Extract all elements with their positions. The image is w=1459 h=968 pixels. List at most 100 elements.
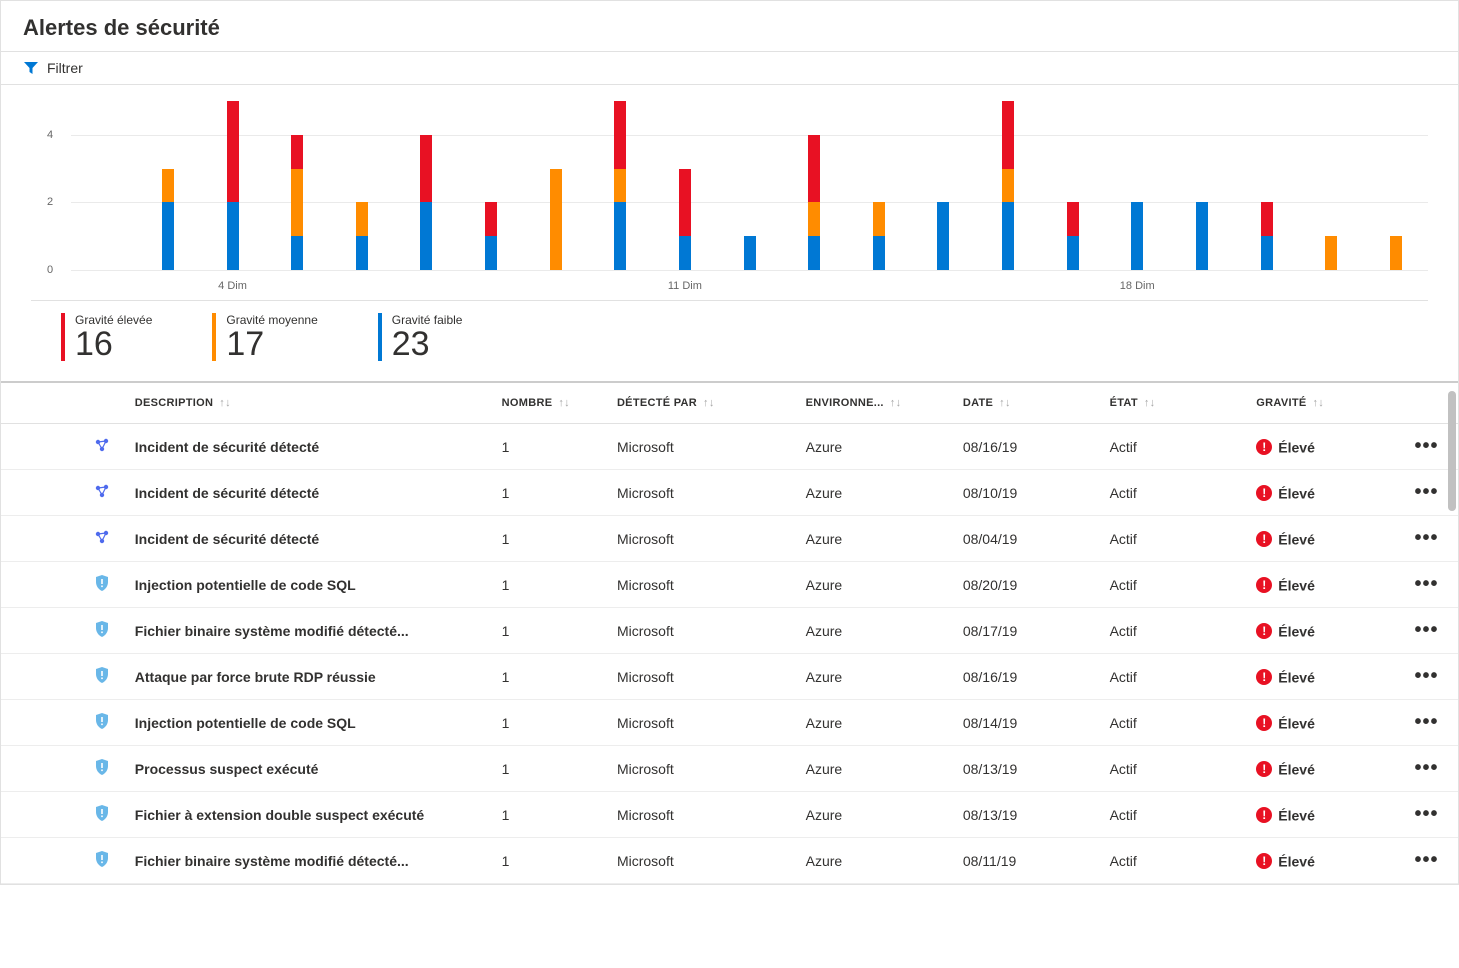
bar[interactable] <box>459 101 524 270</box>
scrollbar-thumb[interactable] <box>1448 391 1456 511</box>
row-actions-button[interactable]: ••• <box>1415 856 1439 864</box>
table-row[interactable]: Processus suspect exécuté1MicrosoftAzure… <box>1 746 1458 792</box>
bar-segment-low <box>1196 202 1208 270</box>
bar-segment-medium <box>808 202 820 236</box>
bar-segment-medium <box>162 169 174 203</box>
cell-severity: !Élevé <box>1248 470 1395 516</box>
bar-segment-high <box>1002 101 1014 169</box>
cell-state: Actif <box>1102 470 1249 516</box>
bar-segment-high <box>679 169 691 237</box>
bar-segment-low <box>744 236 756 270</box>
row-actions-button[interactable]: ••• <box>1415 810 1439 818</box>
row-actions-button[interactable]: ••• <box>1415 626 1439 634</box>
table-row[interactable]: Fichier binaire système modifié détecté.… <box>1 838 1458 884</box>
chart-area[interactable]: 024 4 Dim11 Dim18 Dim <box>31 91 1428 301</box>
bar[interactable] <box>265 101 330 270</box>
sort-icon: ↑↓ <box>999 397 1011 409</box>
incident-icon <box>93 482 111 503</box>
table-row[interactable]: Incident de sécurité détecté1MicrosoftAz… <box>1 516 1458 562</box>
summary-sev-low[interactable]: Gravité faible23 <box>378 313 463 361</box>
table-row[interactable]: Incident de sécurité détecté1MicrosoftAz… <box>1 424 1458 470</box>
cell-detected-by: Microsoft <box>609 700 798 746</box>
row-actions-button[interactable]: ••• <box>1415 442 1439 450</box>
col-header-state[interactable]: ÉTAT↑↓ <box>1102 383 1249 424</box>
summary-value: 16 <box>75 327 152 361</box>
cell-date: 08/16/19 <box>955 424 1102 470</box>
bar[interactable] <box>200 101 265 270</box>
table-row[interactable]: Attaque par force brute RDP réussie1Micr… <box>1 654 1458 700</box>
bar[interactable] <box>717 101 782 270</box>
bar[interactable] <box>782 101 847 270</box>
bar-segment-medium <box>873 202 885 236</box>
bar[interactable] <box>136 101 201 270</box>
bar[interactable] <box>588 101 653 270</box>
bar[interactable] <box>1364 101 1429 270</box>
summary-sev-high[interactable]: Gravité élevée16 <box>61 313 152 361</box>
filter-button[interactable]: Filtrer <box>23 60 83 76</box>
col-header-environment[interactable]: ENVIRONNE...↑↓ <box>798 383 955 424</box>
cell-detected-by: Microsoft <box>609 424 798 470</box>
table-row[interactable]: Fichier à extension double suspect exécu… <box>1 792 1458 838</box>
bar[interactable] <box>523 101 588 270</box>
bar[interactable] <box>1040 101 1105 270</box>
table-row[interactable]: Injection potentielle de code SQL1Micros… <box>1 700 1458 746</box>
bar[interactable] <box>71 101 136 270</box>
col-header-description[interactable]: DESCRIPTION↑↓ <box>127 383 494 424</box>
bar[interactable] <box>1234 101 1299 270</box>
cell-detected-by: Microsoft <box>609 470 798 516</box>
shield-icon <box>93 620 111 641</box>
cell-count: 1 <box>494 562 609 608</box>
table-row[interactable]: Fichier binaire système modifié détecté.… <box>1 608 1458 654</box>
col-header-date[interactable]: DATE ↑↓ <box>955 383 1102 424</box>
table-row[interactable]: Incident de sécurité détecté1MicrosoftAz… <box>1 470 1458 516</box>
bar-segment-high <box>420 135 432 203</box>
col-label: NOMBRE <box>502 397 553 409</box>
sort-icon: ↑↓ <box>558 397 570 409</box>
row-actions-button[interactable]: ••• <box>1415 764 1439 772</box>
row-actions-button[interactable]: ••• <box>1415 718 1439 726</box>
cell-environment: Azure <box>798 608 955 654</box>
toolbar: Filtrer <box>1 51 1458 85</box>
cell-environment: Azure <box>798 562 955 608</box>
summary-sev-med[interactable]: Gravité moyenne17 <box>212 313 317 361</box>
col-label: DATE <box>963 397 993 409</box>
bar-segment-high <box>485 202 497 236</box>
shield-icon <box>93 850 111 871</box>
cell-detected-by: Microsoft <box>609 654 798 700</box>
severity-high-icon: ! <box>1256 439 1272 455</box>
bar[interactable] <box>847 101 912 270</box>
row-actions-button[interactable]: ••• <box>1415 488 1439 496</box>
bar-segment-low <box>227 202 239 270</box>
row-actions-button[interactable]: ••• <box>1415 534 1439 542</box>
gridline <box>71 270 1428 271</box>
col-header-detected_by[interactable]: DÉTECTÉ PAR↑↓ <box>609 383 798 424</box>
bar[interactable] <box>330 101 395 270</box>
bar[interactable] <box>976 101 1041 270</box>
row-actions-button[interactable]: ••• <box>1415 672 1439 680</box>
sort-icon: ↑↓ <box>703 397 715 409</box>
cell-detected-by: Microsoft <box>609 746 798 792</box>
bar-segment-low <box>614 202 626 270</box>
summary-value: 23 <box>392 327 463 361</box>
shield-icon <box>93 666 111 687</box>
cell-severity: !Élevé <box>1248 838 1395 884</box>
row-actions-button[interactable]: ••• <box>1415 580 1439 588</box>
sort-icon: ↑↓ <box>1144 397 1156 409</box>
col-header-severity[interactable]: GRAVITÉ↑↓ <box>1248 383 1395 424</box>
cell-severity: !Élevé <box>1248 608 1395 654</box>
bar-segment-high <box>291 135 303 169</box>
severity-high-icon: ! <box>1256 531 1272 547</box>
bar[interactable] <box>1299 101 1364 270</box>
bar[interactable] <box>1105 101 1170 270</box>
bar[interactable] <box>1170 101 1235 270</box>
bar[interactable] <box>911 101 976 270</box>
summary-value: 17 <box>226 327 317 361</box>
col-header-count[interactable]: NOMBRE ↑↓ <box>494 383 609 424</box>
cell-severity: !Élevé <box>1248 424 1395 470</box>
bar[interactable] <box>394 101 459 270</box>
cell-severity: !Élevé <box>1248 700 1395 746</box>
cell-description: Incident de sécurité détecté <box>127 470 494 516</box>
cell-state: Actif <box>1102 746 1249 792</box>
table-row[interactable]: Injection potentielle de code SQL1Micros… <box>1 562 1458 608</box>
bar[interactable] <box>653 101 718 270</box>
